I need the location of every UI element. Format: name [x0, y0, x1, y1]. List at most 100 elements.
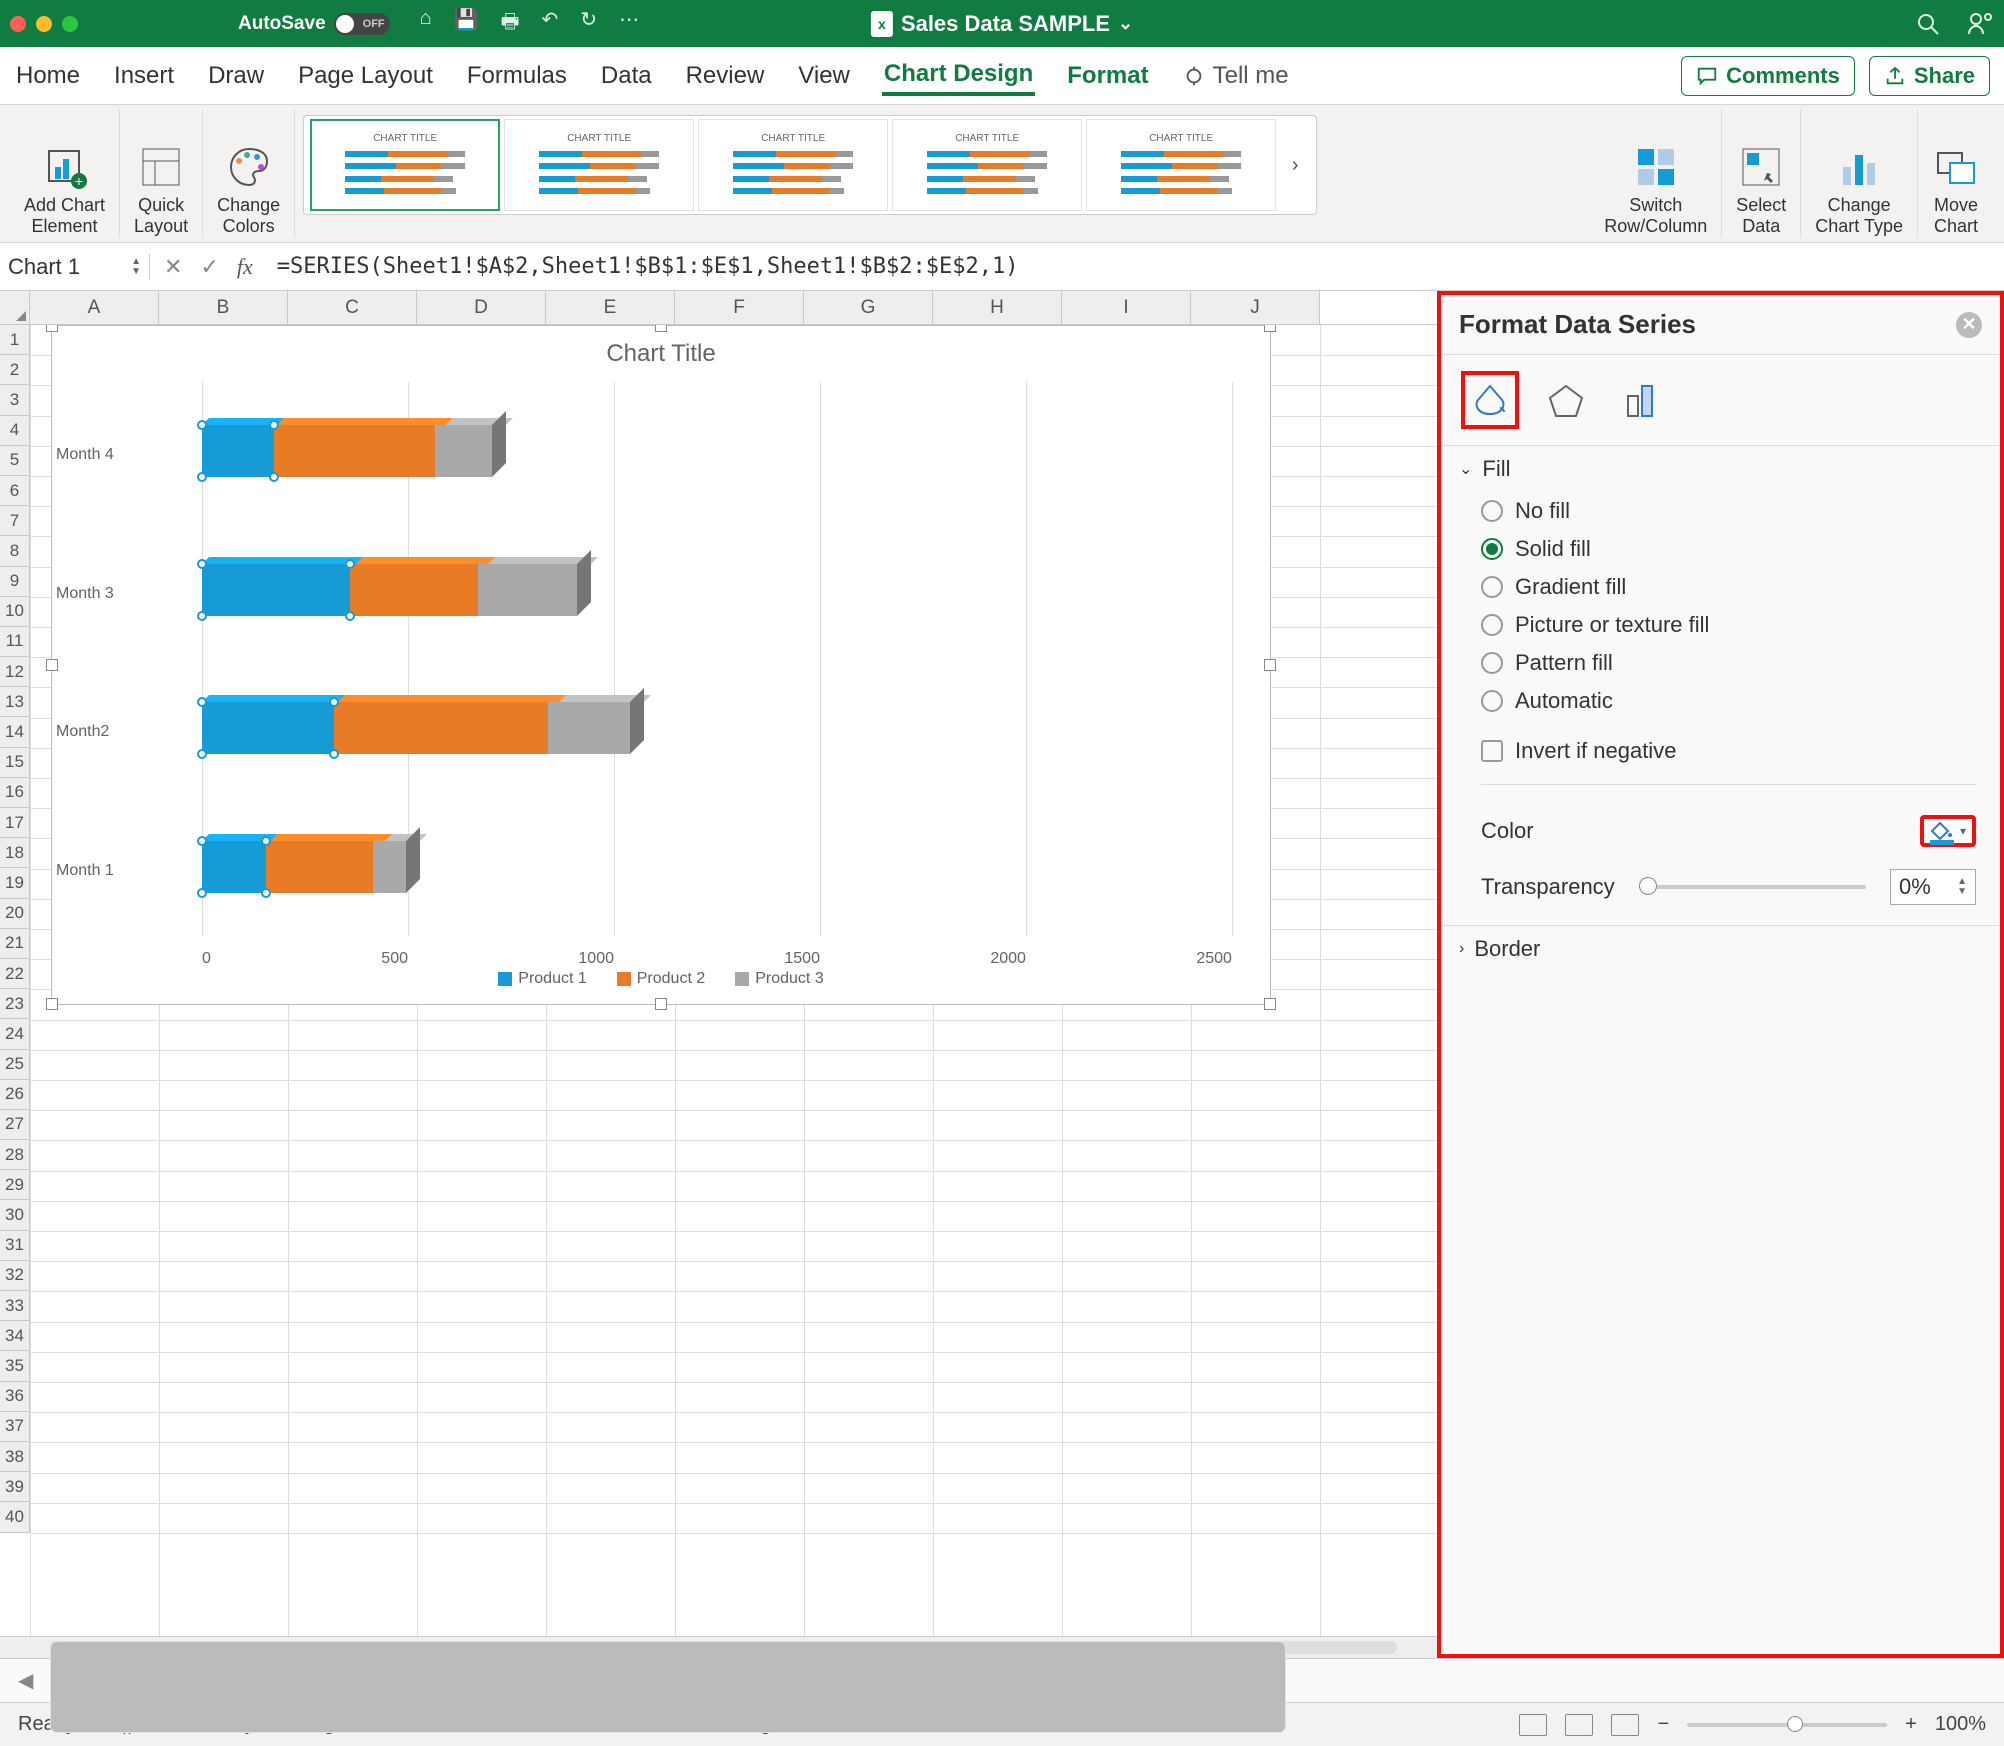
col-J[interactable]: J — [1191, 291, 1320, 324]
row-25[interactable]: 25 — [0, 1050, 30, 1080]
row-28[interactable]: 28 — [0, 1140, 30, 1170]
quick-layout[interactable]: Quick Layout — [120, 109, 203, 238]
maximize-window[interactable] — [62, 16, 78, 32]
col-E[interactable]: E — [546, 291, 675, 324]
row-14[interactable]: 14 — [0, 717, 30, 747]
row-18[interactable]: 18 — [0, 838, 30, 868]
chart-style-5[interactable]: CHART TITLE — [1086, 119, 1276, 211]
row-23[interactable]: 23 — [0, 989, 30, 1019]
chart-handle[interactable] — [655, 325, 667, 332]
fill-line-tab[interactable] — [1461, 371, 1519, 429]
close-pane-icon[interactable]: ✕ — [1956, 312, 1982, 338]
row-29[interactable]: 29 — [0, 1170, 30, 1200]
col-C[interactable]: C — [288, 291, 417, 324]
row-26[interactable]: 26 — [0, 1080, 30, 1110]
print-icon[interactable]: 🖶 — [501, 7, 520, 41]
row-38[interactable]: 38 — [0, 1442, 30, 1472]
row-35[interactable]: 35 — [0, 1351, 30, 1381]
row-22[interactable]: 22 — [0, 959, 30, 989]
col-A[interactable]: A — [30, 291, 159, 324]
bar-Month 3[interactable] — [202, 564, 577, 616]
row-15[interactable]: 15 — [0, 748, 30, 778]
chart-style-1[interactable]: CHART TITLE — [310, 119, 500, 211]
row-24[interactable]: 24 — [0, 1019, 30, 1049]
zoom-slider[interactable] — [1687, 1723, 1887, 1727]
row-11[interactable]: 11 — [0, 627, 30, 657]
row-33[interactable]: 33 — [0, 1291, 30, 1321]
plot-area[interactable]: Month 4Month 3Month2Month 10500100015002… — [112, 382, 1232, 936]
tab-chart-design[interactable]: Chart Design — [882, 56, 1035, 96]
gallery-more[interactable]: › — [1280, 154, 1310, 177]
share-button[interactable]: Share — [1869, 56, 1990, 96]
add-chart-element[interactable]: + Add Chart Element — [10, 109, 120, 238]
grid[interactable]: 1234567891011121314151617181920212223242… — [0, 325, 1437, 1636]
accept-formula-icon[interactable]: ✓ — [200, 254, 218, 280]
row-2[interactable]: 2 — [0, 355, 30, 385]
change-chart-type[interactable]: Change Chart Type — [1801, 109, 1918, 238]
chart-handle[interactable] — [1264, 659, 1276, 671]
redo-icon[interactable]: ↻ — [580, 7, 597, 41]
worksheet[interactable]: A B C D E F G H I J 12345678910111213141… — [0, 291, 1437, 1658]
comments-button[interactable]: Comments — [1681, 56, 1855, 96]
tab-format[interactable]: Format — [1065, 58, 1150, 94]
row-36[interactable]: 36 — [0, 1382, 30, 1412]
row-6[interactable]: 6 — [0, 476, 30, 506]
tab-data[interactable]: Data — [599, 58, 654, 94]
row-39[interactable]: 39 — [0, 1472, 30, 1502]
row-32[interactable]: 32 — [0, 1261, 30, 1291]
tab-draw[interactable]: Draw — [206, 58, 266, 94]
legend[interactable]: Product 1 Product 2 Product 3 — [52, 970, 1270, 988]
chart-handle[interactable] — [46, 659, 58, 671]
col-I[interactable]: I — [1062, 291, 1191, 324]
tab-insert[interactable]: Insert — [112, 58, 176, 94]
col-D[interactable]: D — [417, 291, 546, 324]
solid-fill-radio[interactable]: Solid fill — [1481, 536, 1976, 562]
row-27[interactable]: 27 — [0, 1110, 30, 1140]
select-data[interactable]: Select Data — [1722, 109, 1801, 238]
chart-handle[interactable] — [46, 998, 58, 1010]
document-title[interactable]: x Sales Data SAMPLE ⌄ — [871, 11, 1133, 37]
border-section-header[interactable]: ›Border — [1441, 926, 2000, 972]
row-5[interactable]: 5 — [0, 446, 30, 476]
fx-icon[interactable]: fx — [237, 254, 253, 280]
horizontal-scrollbar[interactable] — [0, 1636, 1437, 1658]
minimize-window[interactable] — [36, 16, 52, 32]
row-13[interactable]: 13 — [0, 687, 30, 717]
row-8[interactable]: 8 — [0, 536, 30, 566]
row-9[interactable]: 9 — [0, 567, 30, 597]
bar-Month 1[interactable] — [202, 841, 406, 893]
row-30[interactable]: 30 — [0, 1200, 30, 1230]
chart-style-4[interactable]: CHART TITLE — [892, 119, 1082, 211]
switch-row-column[interactable]: Switch Row/Column — [1590, 109, 1722, 238]
name-box[interactable]: Chart 1 ▲▼ — [0, 254, 150, 280]
row-1[interactable]: 1 — [0, 325, 30, 355]
gradient-fill-radio[interactable]: Gradient fill — [1481, 574, 1976, 600]
close-window[interactable] — [10, 16, 26, 32]
search-icon[interactable] — [1916, 12, 1940, 36]
move-chart[interactable]: Move Chart — [1918, 109, 1994, 238]
row-16[interactable]: 16 — [0, 778, 30, 808]
series-options-tab[interactable] — [1613, 371, 1671, 429]
page-break-view-button[interactable] — [1611, 1714, 1639, 1736]
chevron-down-icon[interactable]: ⌄ — [1118, 13, 1133, 34]
home-icon[interactable]: ⌂ — [420, 7, 432, 41]
page-layout-view-button[interactable] — [1565, 1714, 1593, 1736]
picture-fill-radio[interactable]: Picture or texture fill — [1481, 612, 1976, 638]
no-fill-radio[interactable]: No fill — [1481, 498, 1976, 524]
invert-if-negative-checkbox[interactable]: Invert if negative — [1481, 738, 1976, 764]
select-all-corner[interactable] — [0, 291, 30, 324]
zoom-in[interactable]: + — [1905, 1713, 1917, 1736]
prev-sheet[interactable]: ◀ — [12, 1668, 39, 1693]
automatic-fill-radio[interactable]: Automatic — [1481, 688, 1976, 714]
col-F[interactable]: F — [675, 291, 804, 324]
row-12[interactable]: 12 — [0, 657, 30, 687]
tab-review[interactable]: Review — [684, 58, 767, 94]
change-colors[interactable]: Change Colors — [203, 109, 295, 238]
row-4[interactable]: 4 — [0, 416, 30, 446]
col-B[interactable]: B — [159, 291, 288, 324]
row-10[interactable]: 10 — [0, 597, 30, 627]
tab-view[interactable]: View — [796, 58, 852, 94]
tab-page-layout[interactable]: Page Layout — [296, 58, 435, 94]
cancel-formula-icon[interactable]: ✕ — [164, 254, 182, 280]
row-20[interactable]: 20 — [0, 899, 30, 929]
